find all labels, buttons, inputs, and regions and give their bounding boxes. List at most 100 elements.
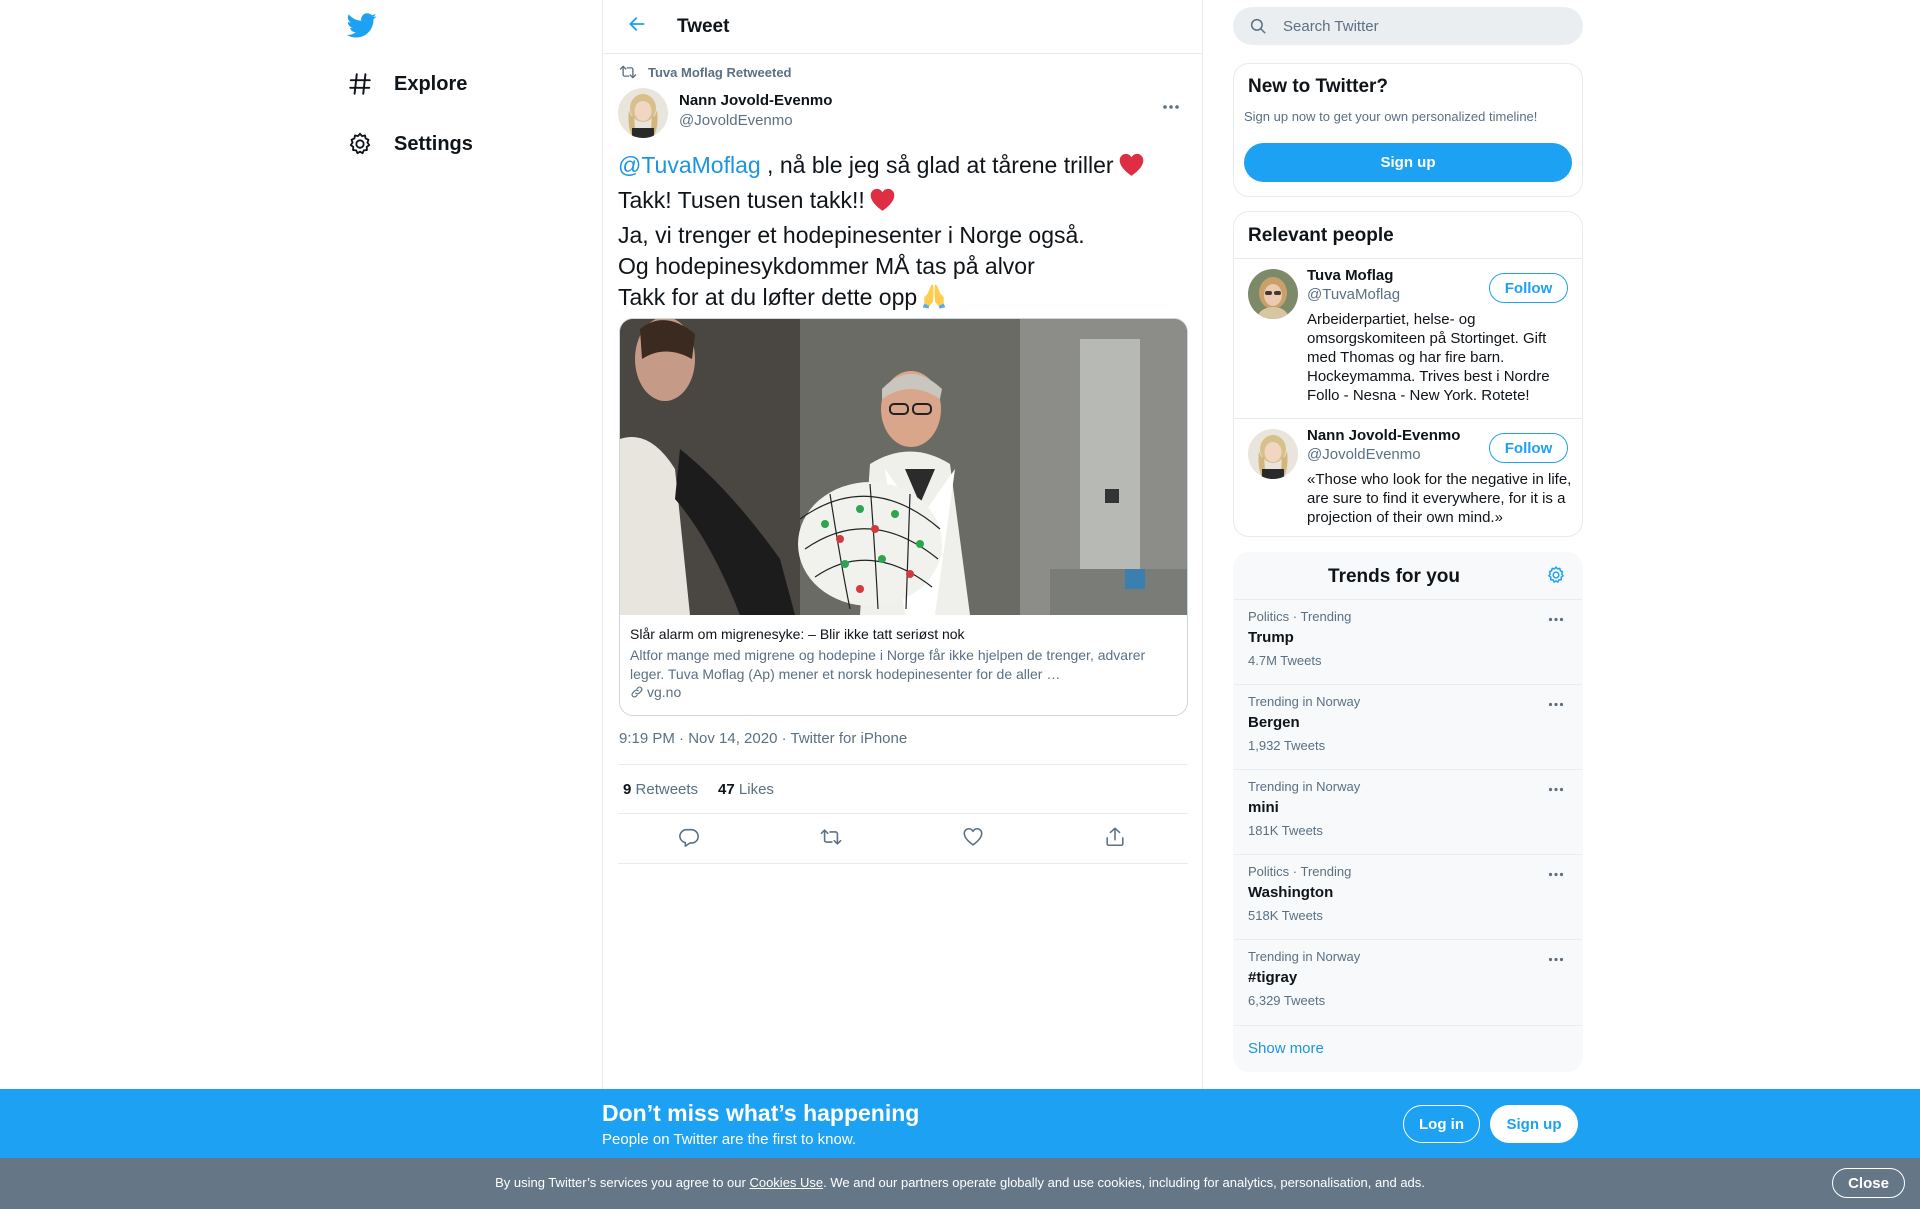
new-to-twitter-title: New to Twitter? bbox=[1248, 76, 1389, 97]
trend-more-button[interactable] bbox=[1544, 950, 1568, 966]
trend-meta: Politics · Trending bbox=[1248, 609, 1352, 624]
tweet-line-5-text: Takk for at du løfter dette opp bbox=[618, 284, 918, 310]
show-more-link[interactable]: Show more bbox=[1234, 1025, 1582, 1071]
banner-signup-button[interactable]: Sign up bbox=[1490, 1105, 1578, 1143]
like-button[interactable] bbox=[960, 826, 986, 852]
nav-item-settings[interactable]: Settings bbox=[343, 124, 473, 164]
tweet-stats: 9 Retweets 47 Likes bbox=[618, 764, 1188, 814]
likes-label: Likes bbox=[738, 780, 774, 798]
link-icon bbox=[630, 685, 644, 699]
nav-item-explore[interactable]: Explore bbox=[343, 64, 467, 104]
trend-meta: Trending in Norway bbox=[1248, 694, 1361, 709]
retweeted-by-link[interactable]: Tuva Moflag Retweeted bbox=[648, 65, 792, 80]
twitter-bird-icon[interactable] bbox=[346, 10, 377, 40]
trend-item[interactable]: Politics · Trending Washington 518K Twee… bbox=[1234, 854, 1582, 939]
trend-count: 4.7M Tweets bbox=[1248, 653, 1322, 668]
more-dots-icon bbox=[1162, 97, 1180, 115]
trend-count: 518K Tweets bbox=[1248, 908, 1323, 923]
trend-count: 1,932 Tweets bbox=[1248, 738, 1326, 753]
likes-stat[interactable]: 47 Likes bbox=[718, 781, 774, 798]
tweet-timestamp[interactable]: 9:19 PM · Nov 14, 2020 · Twitter for iPh… bbox=[619, 730, 907, 747]
trend-count: 181K Tweets bbox=[1248, 823, 1323, 838]
card-image bbox=[620, 319, 1187, 615]
trend-more-button[interactable] bbox=[1544, 695, 1568, 711]
card-domain: vg.no bbox=[630, 684, 681, 700]
retweet-icon bbox=[820, 826, 842, 853]
page-title: Tweet bbox=[677, 15, 730, 37]
cookie-close-button[interactable]: Close bbox=[1832, 1168, 1905, 1198]
tweet-line-2: Takk! Tusen tusen takk!! bbox=[618, 185, 1188, 220]
person-name[interactable]: Tuva Moflag bbox=[1307, 267, 1393, 284]
person-avatar[interactable] bbox=[1248, 269, 1298, 319]
new-to-twitter-subtitle: Sign up now to get your own personalized… bbox=[1244, 109, 1538, 124]
cookie-consent-bar: By using Twitter’s services you agree to… bbox=[0, 1158, 1920, 1209]
retweeted-by: Tuva Moflag Retweeted bbox=[619, 62, 792, 82]
trend-name: Bergen bbox=[1248, 714, 1300, 731]
trend-item[interactable]: Trending in Norway #tigray 6,329 Tweets bbox=[1234, 939, 1582, 1024]
nav-label-explore: Explore bbox=[394, 72, 468, 95]
person-avatar[interactable] bbox=[1248, 429, 1298, 479]
tweet-text: @TuvaMoflag , nå ble jeg så glad at tåre… bbox=[618, 150, 1188, 317]
tweet-more-button[interactable] bbox=[1154, 94, 1188, 118]
trends-title: Trends for you bbox=[1328, 566, 1460, 587]
card-domain-text: vg.no bbox=[647, 684, 682, 700]
gear-icon bbox=[343, 127, 377, 161]
person-name[interactable]: Nann Jovold-Evenmo bbox=[1307, 427, 1460, 444]
tweet-line-1-text: , nå ble jeg så glad at tårene triller bbox=[760, 152, 1114, 178]
share-button[interactable] bbox=[1102, 826, 1128, 852]
person-bio: Arbeiderpartiet, helse- og omsorgskomite… bbox=[1307, 311, 1550, 404]
trend-meta: Politics · Trending bbox=[1248, 864, 1352, 879]
tweet-line-3: Ja, vi trenger et hodepinesenter i Norge… bbox=[618, 222, 1085, 248]
cookie-text-before: By using Twitter’s services you agree to… bbox=[495, 1175, 750, 1190]
search-input[interactable] bbox=[1283, 17, 1553, 35]
mention-link[interactable]: @TuvaMoflag bbox=[618, 152, 761, 178]
card-title: Slår alarm om migrenesyke: – Blir ikke t… bbox=[630, 626, 965, 642]
back-button[interactable] bbox=[619, 9, 655, 45]
cookie-text-after: . We and our partners operate globally a… bbox=[823, 1175, 1425, 1190]
relevant-people-panel: Relevant people Tuva Moflag @TuvaMoflag … bbox=[1233, 211, 1583, 537]
trend-name: mini bbox=[1248, 799, 1279, 816]
login-button[interactable]: Log in bbox=[1403, 1105, 1480, 1143]
trend-name: #tigray bbox=[1248, 969, 1298, 986]
link-preview-card[interactable]: Slår alarm om migrenesyke: – Blir ikke t… bbox=[619, 318, 1188, 716]
relevant-people-title: Relevant people bbox=[1248, 225, 1394, 246]
tweet-line-4: Og hodepinesykdommer MÅ tas på alvor bbox=[618, 253, 1035, 279]
trend-item[interactable]: Trending in Norway Bergen 1,932 Tweets bbox=[1234, 684, 1582, 769]
trends-settings-button[interactable] bbox=[1544, 565, 1568, 589]
follow-button[interactable]: Follow bbox=[1489, 273, 1568, 303]
retweets-stat[interactable]: 9 Retweets bbox=[623, 781, 698, 798]
sidebar-signup-button[interactable]: Sign up bbox=[1244, 143, 1572, 182]
hashtag-icon bbox=[343, 67, 377, 101]
search-box[interactable] bbox=[1233, 7, 1583, 45]
trend-more-button[interactable] bbox=[1544, 780, 1568, 796]
trends-panel: Trends for you Politics · Trending Trump… bbox=[1233, 552, 1583, 1072]
gear-icon bbox=[1546, 565, 1566, 590]
cookies-use-link[interactable]: Cookies Use bbox=[749, 1175, 823, 1190]
author-name[interactable]: Nann Jovold-Evenmo bbox=[679, 92, 832, 109]
person-card[interactable]: Nann Jovold-Evenmo @JovoldEvenmo Follow … bbox=[1234, 418, 1582, 536]
heart-outline-icon bbox=[962, 826, 984, 853]
person-card[interactable]: Tuva Moflag @TuvaMoflag Follow Arbeiderp… bbox=[1234, 258, 1582, 418]
share-icon bbox=[1104, 826, 1126, 853]
trend-more-button[interactable] bbox=[1544, 610, 1568, 626]
banner-subtitle: People on Twitter are the first to know. bbox=[602, 1131, 857, 1148]
more-dots-icon bbox=[1548, 949, 1564, 967]
reply-button[interactable] bbox=[676, 826, 702, 852]
tweet-line-5: Takk for at du løfter dette opp bbox=[618, 282, 1188, 317]
author-avatar[interactable] bbox=[618, 88, 668, 138]
new-to-twitter-panel: New to Twitter? Sign up now to get your … bbox=[1233, 63, 1583, 197]
more-dots-icon bbox=[1548, 609, 1564, 627]
trend-item[interactable]: Politics · Trending Trump 4.7M Tweets bbox=[1234, 599, 1582, 684]
author-handle: @JovoldEvenmo bbox=[679, 112, 793, 129]
follow-button[interactable]: Follow bbox=[1489, 433, 1568, 463]
search-icon bbox=[1249, 17, 1269, 35]
arrow-left-icon bbox=[627, 14, 647, 39]
reply-icon bbox=[678, 826, 700, 853]
trend-item[interactable]: Trending in Norway mini 181K Tweets bbox=[1234, 769, 1582, 854]
nav-label-settings: Settings bbox=[394, 132, 473, 155]
trend-count: 6,329 Tweets bbox=[1248, 993, 1326, 1008]
trend-name: Trump bbox=[1248, 629, 1294, 646]
trend-more-button[interactable] bbox=[1544, 865, 1568, 881]
tweet-author: Nann Jovold-Evenmo @JovoldEvenmo bbox=[618, 88, 1188, 138]
retweet-button[interactable] bbox=[818, 826, 844, 852]
